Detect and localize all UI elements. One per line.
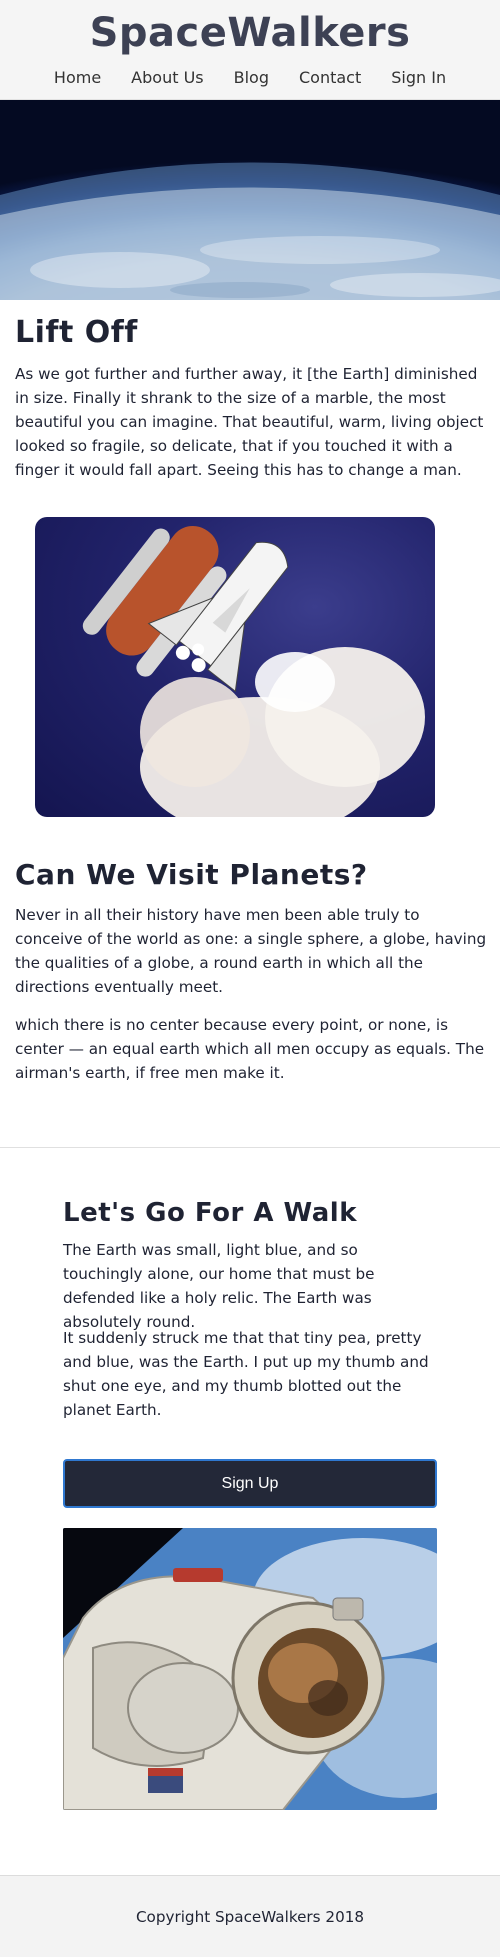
nav-blog[interactable]: Blog: [219, 66, 284, 90]
sign-up-button[interactable]: Sign Up: [63, 1459, 437, 1508]
walk-paragraph-2: It suddenly struck me that that tiny pea…: [63, 1329, 429, 1419]
site-header: SpaceWalkers Home About Us Blog Contact …: [0, 0, 500, 100]
nav-sign-in[interactable]: Sign In: [376, 66, 461, 90]
planets-heading: Can We Visit Planets?: [15, 858, 368, 891]
planets-paragraph-2: which there is no center because every p…: [15, 1016, 485, 1082]
site-logo[interactable]: SpaceWalkers: [0, 6, 500, 60]
astronaut-image: [63, 1528, 437, 1810]
copyright-text: Copyright SpaceWalkers 2018: [135, 1907, 365, 1926]
nav-home[interactable]: Home: [39, 66, 116, 90]
walk-heading: Let's Go For A Walk: [63, 1198, 357, 1228]
nav-contact[interactable]: Contact: [284, 66, 376, 90]
liftoff-paragraph: As we got further and further away, it […: [15, 365, 484, 479]
liftoff-heading: Lift Off: [15, 315, 138, 350]
walk-paragraph-1: The Earth was small, light blue, and so …: [63, 1241, 375, 1331]
hero-earth-image: [0, 100, 500, 300]
main-nav: Home About Us Blog Contact Sign In: [0, 66, 500, 90]
section-divider: [0, 1147, 500, 1148]
site-footer: Copyright SpaceWalkers 2018: [0, 1875, 500, 1957]
space-shuttle-image: [35, 517, 435, 817]
planets-paragraph-1: Never in all their history have men been…: [15, 906, 487, 996]
nav-about-us[interactable]: About Us: [116, 66, 218, 90]
